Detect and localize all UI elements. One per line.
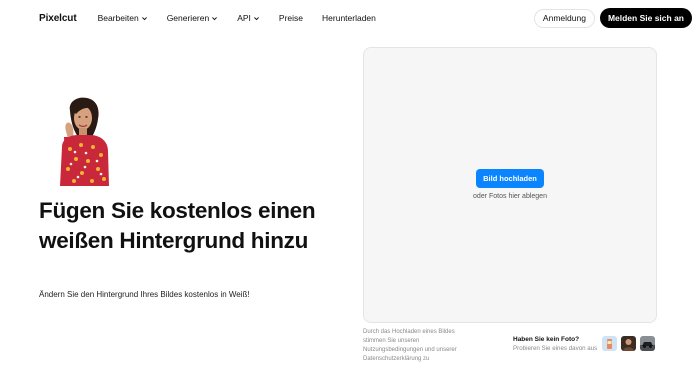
menu-item-herunterladen[interactable]: Herunterladen — [322, 13, 376, 23]
main-menu: Bearbeiten Generieren API Preise Herunte… — [98, 13, 395, 23]
login-button[interactable]: Anmeldung — [533, 8, 595, 28]
menu-item-generieren[interactable]: Generieren — [167, 13, 219, 23]
hero-title: Fügen Sie kostenlos einen weißen Hinterg… — [39, 198, 316, 253]
menu-item-bearbeiten[interactable]: Bearbeiten — [98, 13, 148, 23]
sample-image-portrait[interactable] — [621, 336, 636, 351]
menu-item-label: API — [237, 13, 251, 23]
sample-images — [602, 336, 659, 351]
upload-dropzone[interactable]: Bild hochladen oder Fotos hier ablegen — [363, 47, 657, 323]
upload-image-button[interactable]: Bild hochladen — [476, 169, 544, 188]
no-photo-prompt: Haben Sie kein Foto? Probieren Sie eines… — [513, 336, 597, 352]
menu-item-preise[interactable]: Preise — [279, 13, 303, 23]
no-photo-subtitle: Probieren Sie eines davon aus — [513, 345, 598, 352]
chevron-down-icon — [253, 15, 260, 22]
logo[interactable]: Pixelcut — [39, 13, 77, 24]
chevron-down-icon — [141, 15, 148, 22]
top-navigation: Pixelcut Bearbeiten Generieren API Preis… — [0, 0, 700, 36]
menu-item-api[interactable]: API — [237, 13, 260, 23]
nav-actions: Anmeldung Melden Sie sich an — [533, 8, 692, 28]
hero-portrait-image — [56, 97, 110, 186]
menu-item-label: Bearbeiten — [97, 13, 139, 23]
menu-item-label: Preise — [278, 13, 304, 23]
drop-hint: oder Fotos hier ablegen — [473, 193, 547, 200]
menu-item-label: Generieren — [166, 13, 210, 23]
no-photo-title: Haben Sie kein Foto? — [513, 336, 580, 343]
signup-button[interactable]: Melden Sie sich an — [599, 8, 692, 28]
legal-notice: Durch das Hochladen eines Bildes stimmen… — [363, 329, 457, 362]
menu-item-label: Herunterladen — [322, 13, 376, 23]
sample-image-car[interactable] — [640, 336, 655, 351]
chevron-down-icon — [211, 15, 218, 22]
sample-image-product[interactable] — [602, 336, 617, 351]
hero-subtitle: Ändern Sie den Hintergrund Ihres Bildes … — [39, 290, 250, 299]
